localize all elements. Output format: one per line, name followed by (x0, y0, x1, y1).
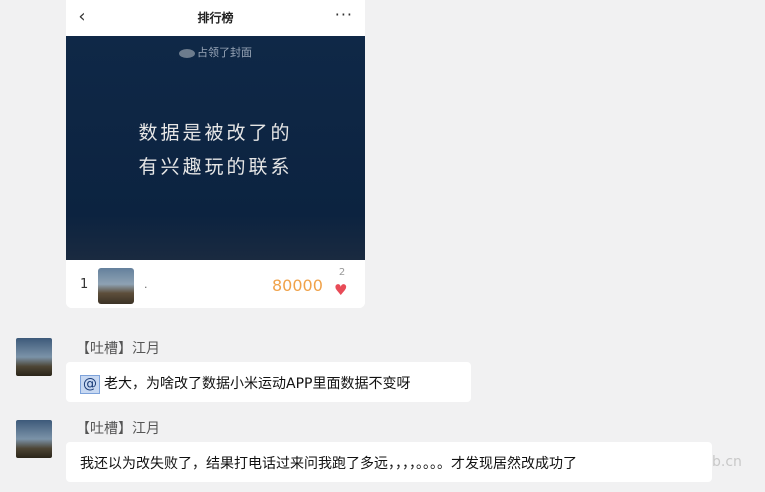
ranking-title: 排行榜 (197, 11, 234, 25)
message-content: 老大，为啥改了数据小米运动APP里面数据不变呀 (104, 376, 411, 392)
message-bubble[interactable]: @ 老大，为啥改了数据小米运动APP里面数据不变呀 (66, 362, 471, 402)
message-text: @ 老大，为啥改了数据小米运动APP里面数据不变呀 (80, 373, 410, 394)
cover-text-line-1: 数据是被改了的 (138, 122, 293, 144)
step-score: 80000 (272, 276, 323, 295)
ranking-user-avatar (98, 268, 134, 304)
cover-text-line-2: 有兴趣玩的联系 (138, 156, 293, 178)
rank-position: 1 (80, 277, 89, 292)
sender-name: 【吐槽】江月 (76, 341, 160, 357)
ranking-topbar: ‹ 排行榜 ··· (66, 0, 365, 36)
cover-occupied-caption: 占领了封面 (66, 44, 365, 60)
like-count: 2 (338, 267, 346, 278)
sender-name: 【吐槽】江月 (76, 421, 160, 437)
ranking-cover: 占领了封面 数据是被改了的 有兴趣玩的联系 (66, 36, 365, 260)
ranking-row[interactable]: 1 . 80000 2 ♥ (66, 260, 365, 308)
occupied-text: 占领了封面 (197, 46, 252, 59)
occupier-avatar (179, 48, 195, 58)
avatar[interactable] (16, 420, 52, 458)
more-icon[interactable]: ··· (335, 5, 353, 24)
message-content: 我还以为改失败了，结果打电话过来问我跑了多远，，，，。。。。才发现居然改成功了 (80, 456, 577, 472)
ranking-screenshot-card: ‹ 排行榜 ··· 占领了封面 数据是被改了的 有兴趣玩的联系 1 . 8000… (66, 0, 365, 308)
mention-tag[interactable]: @ (80, 375, 100, 394)
avatar[interactable] (16, 338, 52, 376)
ranking-user-name: . (144, 278, 148, 291)
message-bubble[interactable]: 我还以为改失败了，结果打电话过来问我跑了多远，，，，。。。。才发现居然改成功了 (66, 442, 712, 482)
heart-icon[interactable]: ♥ (334, 281, 347, 299)
watermark-text: b.cn (712, 454, 742, 470)
